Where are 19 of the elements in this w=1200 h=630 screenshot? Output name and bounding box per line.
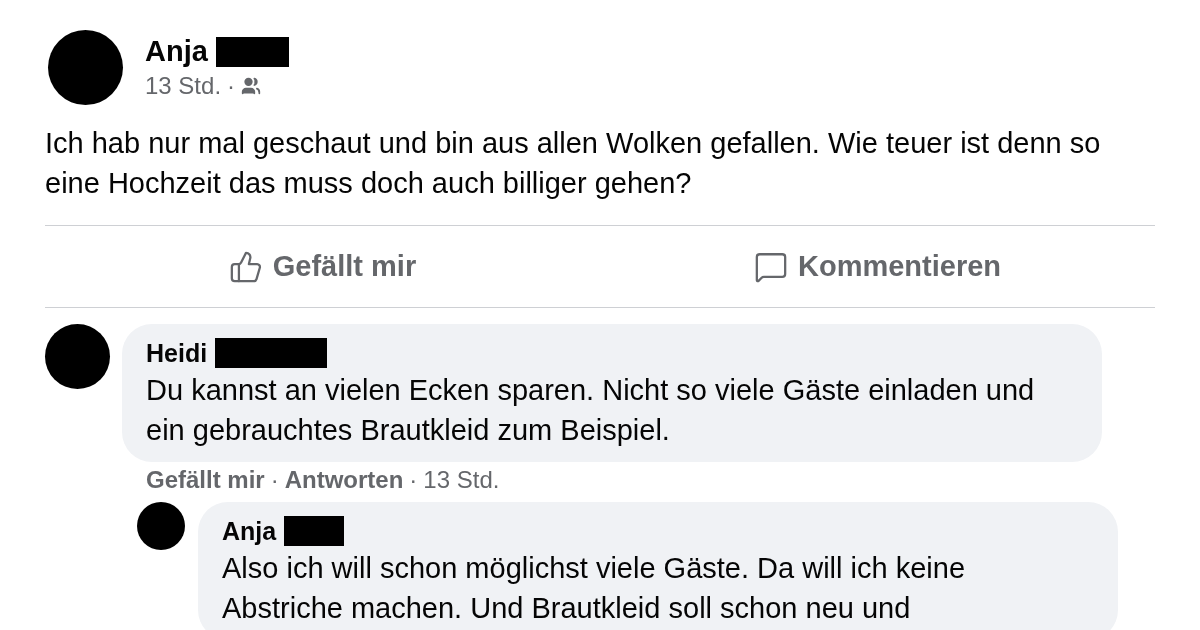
comment-text: Also ich will schon möglichst viele Gäste. Da will ich keine Abstriche machen. Und Brautkleid soll schon neu und <box>222 551 966 626</box>
separator: · <box>409 466 418 494</box>
separator: · <box>270 466 279 494</box>
comment-button[interactable]: Kommentieren <box>600 226 1155 307</box>
comment-author[interactable]: Anja <box>222 516 277 546</box>
thumbs-up-icon <box>228 249 263 284</box>
comment-text: Du kannst an vielen Ecken sparen. Nicht so viele Gäste einladen und ein gebrauchtes Brautkleid zum Beispiel. <box>146 373 1036 448</box>
comment-author[interactable]: Heidi <box>146 338 208 368</box>
friends-icon <box>241 76 262 96</box>
like-button[interactable]: Gefällt mir <box>45 226 600 307</box>
redaction-bar <box>284 516 345 546</box>
avatar[interactable] <box>137 502 185 550</box>
reply-link[interactable]: Antworten <box>284 466 404 494</box>
author-name[interactable]: Anja <box>145 35 208 68</box>
post-text: Ich hab nur mal geschaut und bin aus allen Wolken gefallen. Wie teuer ist denn so eine Hochzeit das muss doch auch billiger gehen? <box>45 126 1102 201</box>
comment-time[interactable]: 13 Std. <box>423 466 500 494</box>
like-link[interactable]: Gefällt mir <box>146 466 265 494</box>
post-time[interactable]: 13 Std. <box>145 72 222 100</box>
separator: · <box>227 72 236 100</box>
